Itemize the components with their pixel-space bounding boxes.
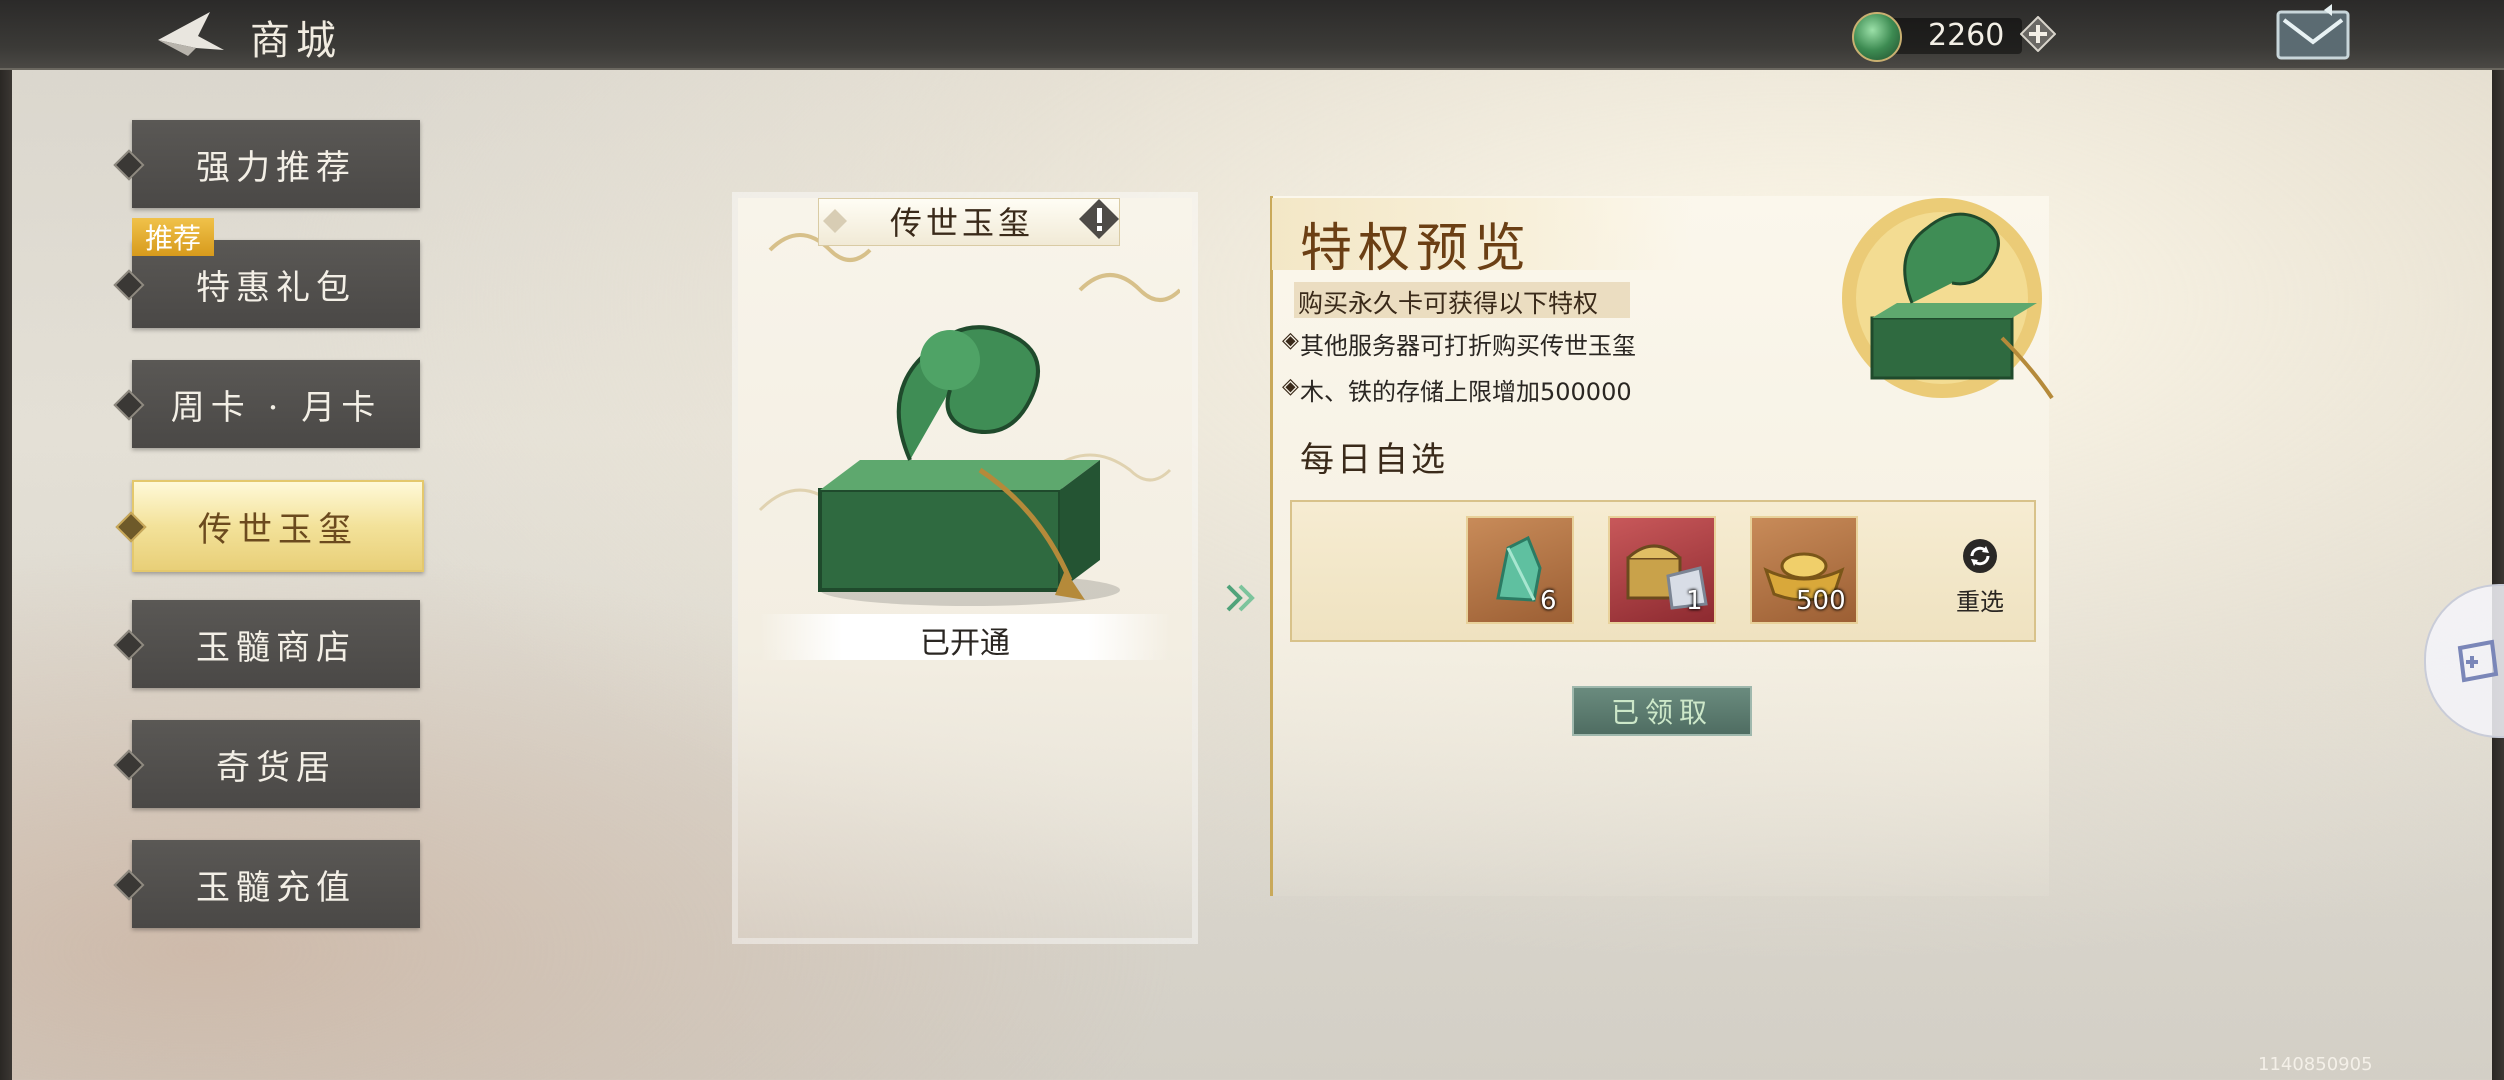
nav-item-week-month-card[interactable]: 周卡 · 月卡 [113, 360, 420, 448]
reward-slot[interactable] [1466, 516, 1574, 624]
claimed-label: 已领取 [1610, 696, 1713, 729]
top-bar [0, 0, 2504, 70]
nav-item-curio-shop[interactable]: 奇货居 [113, 720, 420, 808]
perk-item: 其他服务器可打折购买传世玉玺 [1300, 332, 1636, 360]
diamond-marker-icon [115, 511, 147, 543]
user-id-watermark: 1140850905 [2258, 1054, 2373, 1075]
back-arrow-icon [158, 12, 224, 56]
currency-amount: 2260 [1928, 18, 2005, 53]
nav-item-jade-recharge[interactable]: 玉髓充值 [113, 840, 420, 928]
reselect-label: 重选 [1956, 588, 2004, 616]
back-button[interactable] [150, 6, 228, 62]
nav-item-strong-recommend[interactable]: 强力推荐 [113, 120, 420, 208]
diamond-marker-icon [113, 869, 145, 901]
right-frame-edge [2492, 0, 2504, 1080]
privilege-subtitle: 购买永久卡可获得以下特权 [1298, 289, 1599, 318]
item-count: 1 [1686, 586, 1703, 616]
diamond-marker-icon [113, 269, 145, 301]
diamond-marker-icon [113, 389, 145, 421]
page-title: 商城 [250, 18, 342, 64]
double-chevron-icon [1226, 584, 1255, 612]
gamepad-icon [2457, 639, 2499, 683]
nav-item-label: 强力推荐 [196, 147, 356, 188]
card-title: 传世玉玺 [890, 204, 1035, 242]
add-currency-button[interactable] [2019, 15, 2057, 53]
info-button[interactable] [1078, 198, 1120, 240]
item-count: 6 [1540, 586, 1557, 616]
nav-item-label: 玉髓商店 [196, 627, 356, 668]
mail-button[interactable] [2272, 4, 2354, 64]
refresh-icon [1963, 539, 1997, 573]
nav-item-label: 特惠礼包 [196, 267, 356, 308]
privilege-title: 特权预览 [1300, 219, 1533, 279]
nav-item-label: 周卡 · 月卡 [170, 387, 382, 428]
bullet-diamond-icon: ◈ [1282, 328, 1299, 353]
activation-status: 已开通 [920, 626, 1010, 661]
diamond-marker-icon [113, 149, 145, 181]
bullet-diamond-icon: ◈ [1282, 374, 1299, 399]
exclamation-icon [1079, 199, 1119, 239]
daily-selection-title: 每日自选 [1300, 440, 1448, 480]
left-frame-edge [0, 0, 12, 1080]
nav-item-label: 奇货居 [216, 747, 336, 788]
mail-icon [2276, 4, 2350, 60]
jade-dragon-seal-image [818, 325, 1120, 606]
perk-item: 木、铁的存储上限增加500000 [1300, 378, 1632, 406]
jade-seal-badge-image [1842, 198, 2054, 400]
jade-currency-icon [1852, 12, 1902, 62]
item-count: 500 [1796, 586, 1846, 616]
claimed-button[interactable]: 已领取 [1572, 686, 1752, 736]
diamond-marker-icon [113, 629, 145, 661]
nav-item-label: 玉髓充值 [196, 867, 356, 908]
diamond-marker-icon [113, 749, 145, 781]
plus-icon [2019, 15, 2057, 53]
nav-item-jade-shop[interactable]: 玉髓商店 [113, 600, 420, 688]
nav-item-imperial-jade-seal[interactable]: 传世玉玺 [115, 480, 424, 572]
gamepad-side-tab[interactable] [2424, 584, 2504, 738]
reselect-button[interactable] [1962, 538, 1998, 574]
nav-item-label: 传世玉玺 [198, 509, 358, 550]
recommend-badge: 推荐 [132, 218, 214, 256]
diamond-ornament-icon [823, 209, 847, 233]
